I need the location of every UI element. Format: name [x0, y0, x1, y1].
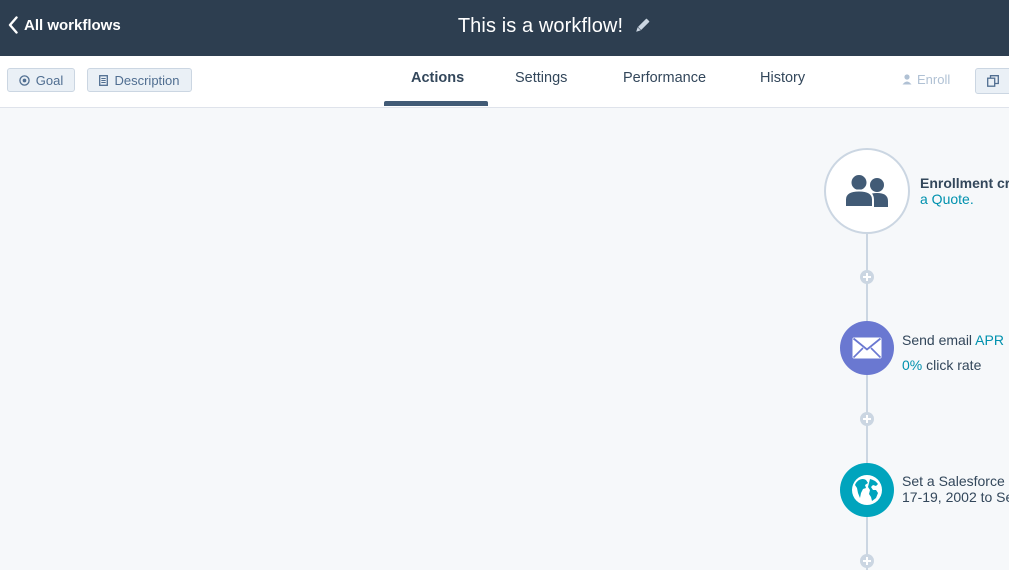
- workflow-toolbar: Goal Description Actions Settings Perfor…: [0, 56, 1009, 108]
- goal-button[interactable]: Goal: [7, 68, 75, 92]
- trigger-object-link[interactable]: a Quote: [920, 191, 970, 207]
- description-button-label: Description: [114, 72, 180, 88]
- salesforce-action-line1: Set a Salesforce C: [902, 473, 1009, 489]
- send-email-action-node[interactable]: [840, 321, 894, 375]
- enroll-label: Enroll: [917, 72, 951, 87]
- enrollment-trigger-text: Enrollment cri a Quote.: [920, 175, 1009, 207]
- send-email-action-text: Send email APR 0% click rate: [902, 332, 1004, 373]
- email-name-link[interactable]: APR: [975, 332, 1004, 348]
- document-icon: [99, 74, 109, 86]
- globe-icon: [852, 475, 882, 505]
- top-header: All workflows This is a workflow!: [0, 0, 1009, 56]
- target-icon: [19, 74, 30, 86]
- salesforce-action-line2: 17-19, 2002 to Se: [902, 489, 1009, 505]
- tab-settings[interactable]: Settings: [515, 70, 567, 86]
- send-email-prefix: Send email: [902, 332, 973, 348]
- clone-button[interactable]: [975, 68, 1009, 94]
- click-rate-label: click rate: [926, 357, 982, 373]
- trigger-link-suffix: .: [969, 191, 974, 207]
- enroll-button[interactable]: Enroll: [902, 72, 950, 87]
- envelope-icon: [852, 337, 882, 359]
- tab-history[interactable]: History: [760, 70, 805, 86]
- contacts-group-icon: [844, 174, 888, 208]
- workflow-title: This is a workflow!: [457, 14, 624, 37]
- copy-icon: [987, 75, 999, 87]
- workflow-title-area: This is a workflow!: [0, 12, 1009, 40]
- salesforce-action-text: Set a Salesforce C 17-19, 2002 to Se: [902, 473, 1009, 505]
- add-action-plus-icon[interactable]: [860, 412, 874, 426]
- active-tab-indicator: [384, 101, 488, 106]
- salesforce-action-node[interactable]: [840, 463, 894, 517]
- person-icon: [902, 74, 912, 85]
- add-action-plus-icon[interactable]: [860, 270, 874, 284]
- tab-actions[interactable]: Actions: [411, 70, 464, 86]
- enrollment-trigger-node[interactable]: [824, 148, 910, 234]
- tab-performance[interactable]: Performance: [623, 70, 706, 86]
- click-rate-value[interactable]: 0%: [902, 357, 922, 373]
- enrollment-trigger-title: Enrollment cri: [920, 175, 1009, 191]
- add-action-plus-icon[interactable]: [860, 554, 874, 568]
- goal-button-label: Goal: [35, 72, 64, 88]
- description-button[interactable]: Description: [87, 68, 192, 92]
- pencil-icon[interactable]: [633, 17, 651, 35]
